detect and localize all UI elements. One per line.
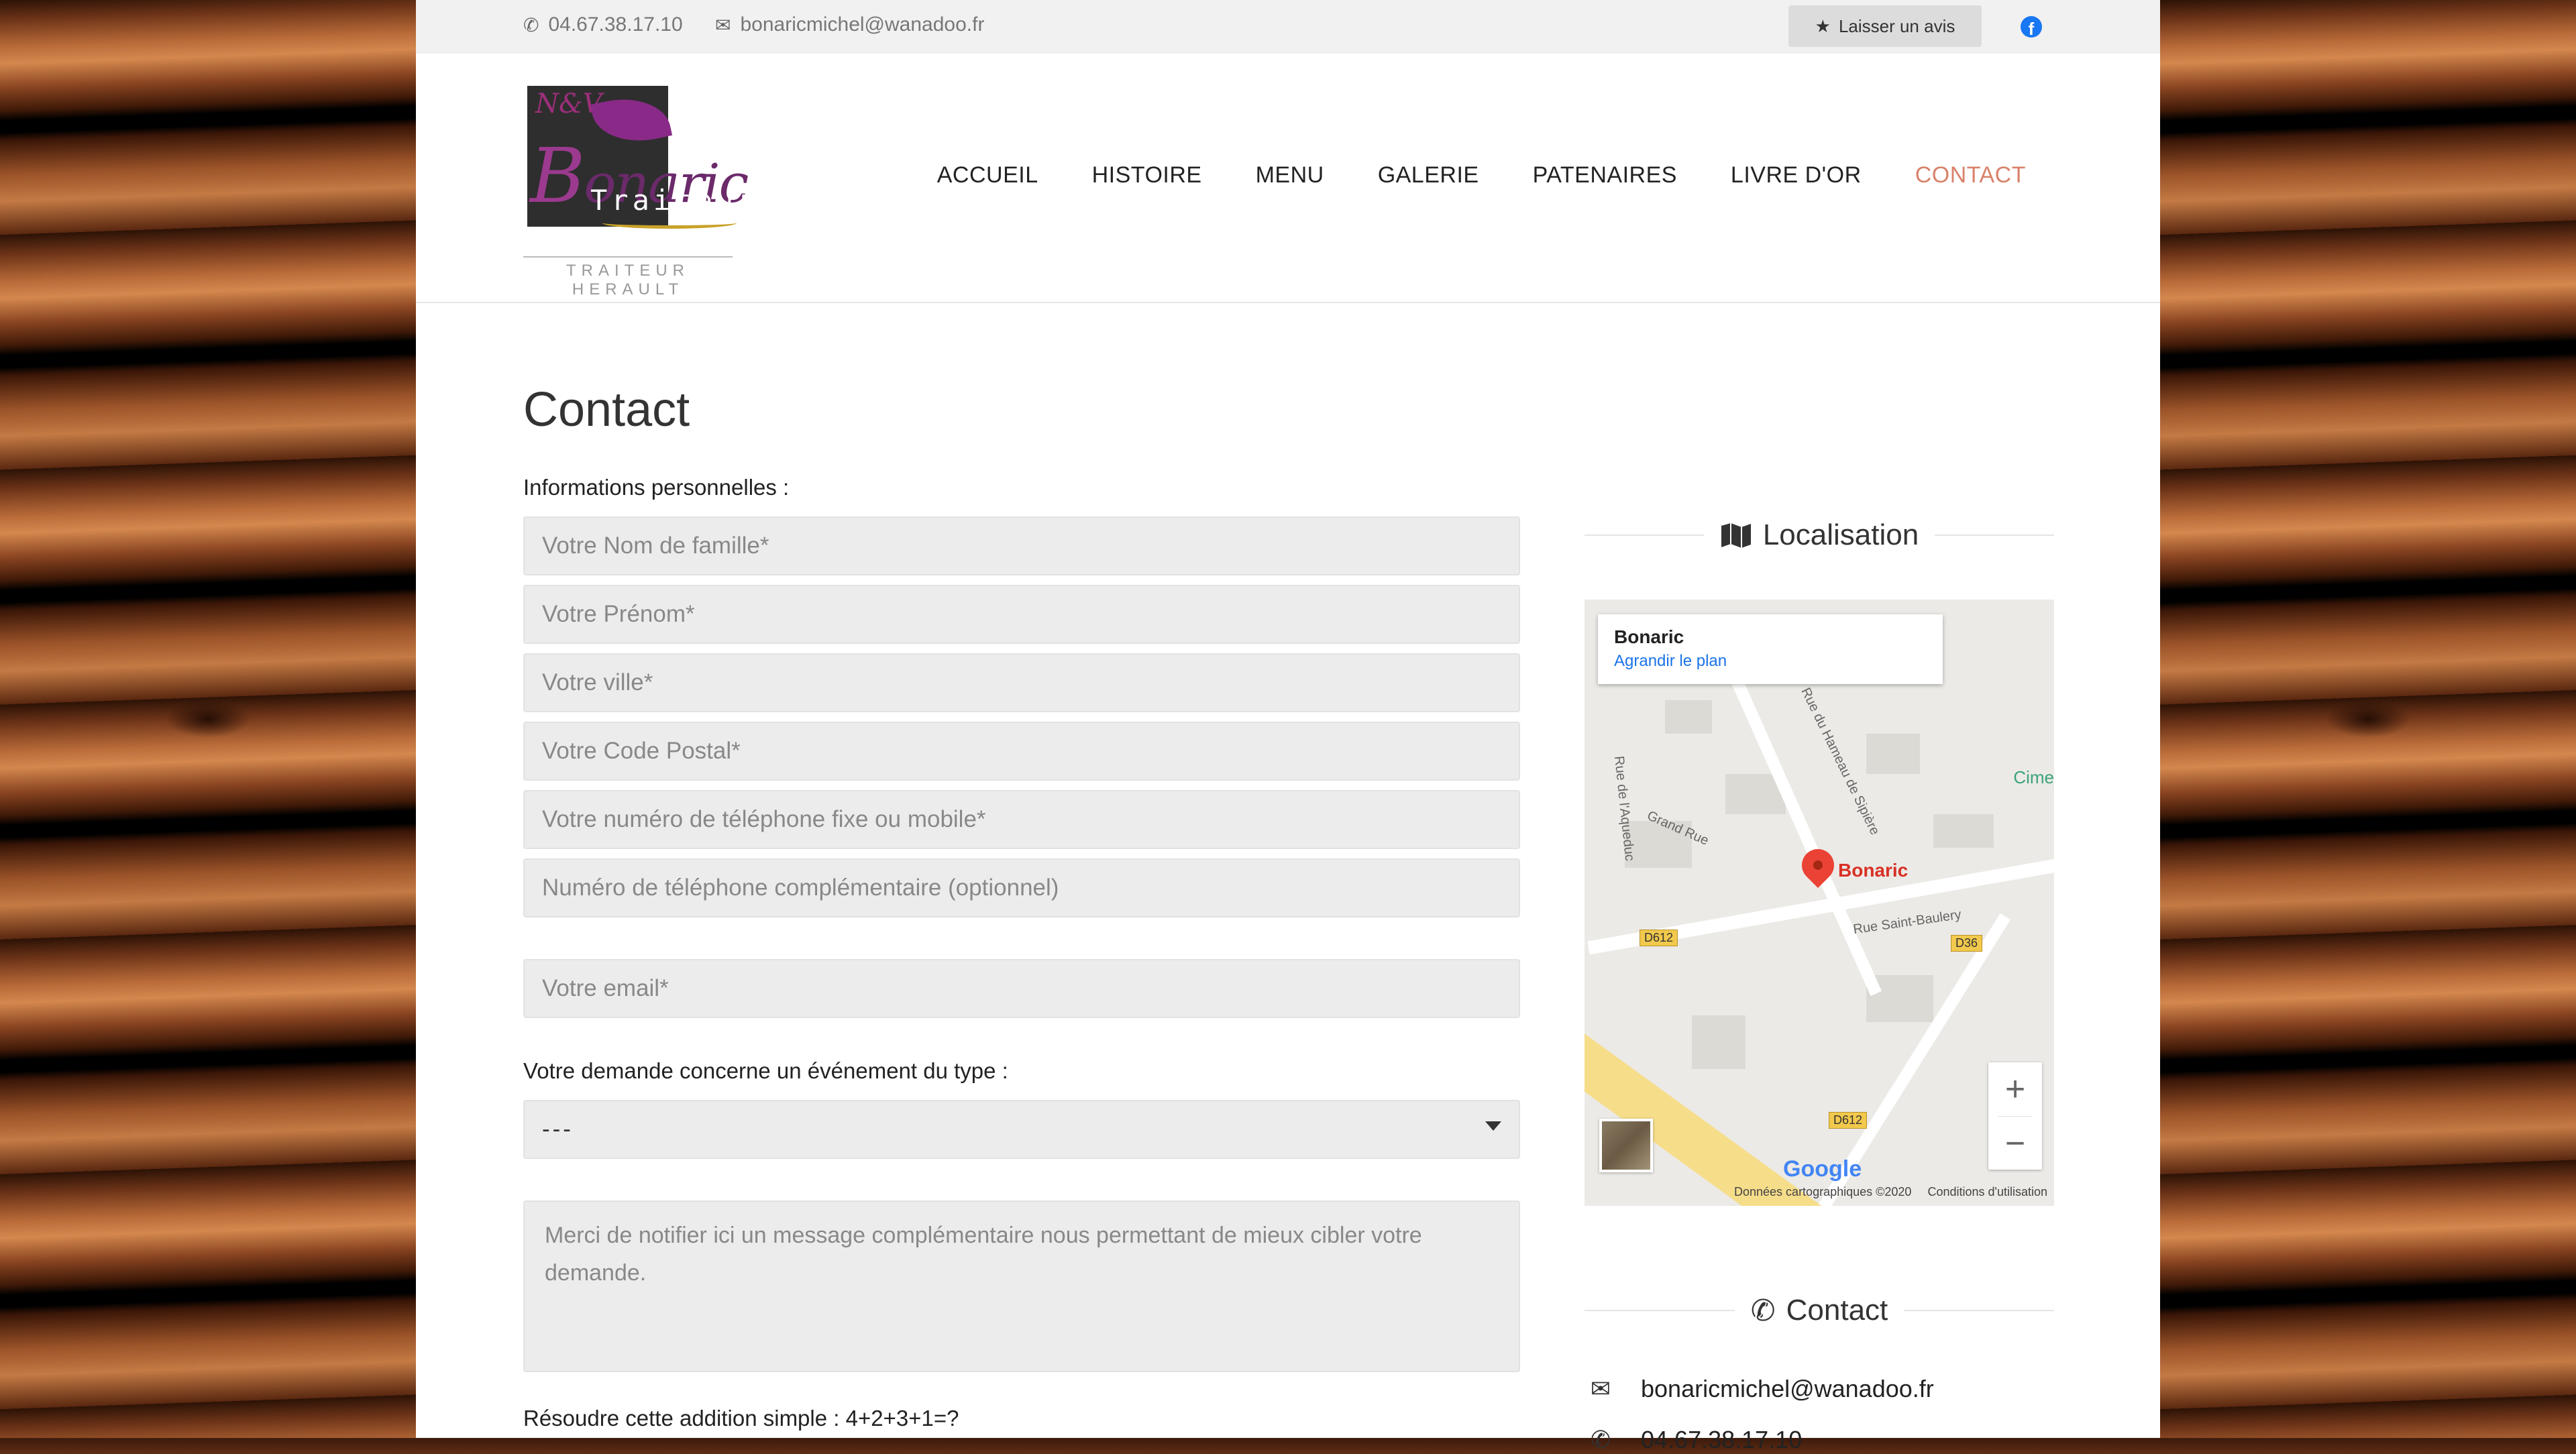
contact-title-text: Contact <box>1786 1294 1888 1327</box>
enlarge-map-link[interactable]: Agrandir le plan <box>1614 652 1927 671</box>
nav-item-patenaires[interactable]: PATENAIRES <box>1533 162 1677 188</box>
nav-item-livre-dor[interactable]: LIVRE D'OR <box>1731 162 1862 188</box>
email-input[interactable] <box>523 959 1520 1018</box>
map-building <box>1692 1015 1746 1069</box>
message-textarea[interactable] <box>523 1200 1520 1372</box>
leave-review-button[interactable]: ★ Laisser un avis <box>1788 5 1982 47</box>
phone-icon: ✆ <box>1590 1426 1611 1453</box>
phone-icon: ✆ <box>523 14 539 36</box>
main-content: Contact Informations personnelles : Votr… <box>416 302 2160 1453</box>
leave-review-label: Laisser un avis <box>1838 15 1955 36</box>
main-nav: ACCUEIL HISTOIRE MENU GALERIE PATENAIRES… <box>883 162 2026 188</box>
logo-subtitle: TRAITEUR HERAULT <box>523 256 733 299</box>
road-tag: D612 <box>1829 1112 1868 1129</box>
map-place-card: Bonaric Agrandir le plan <box>1598 614 1943 684</box>
satellite-toggle[interactable] <box>1599 1119 1653 1172</box>
contact-email-text: bonaricmichel@wanadoo.fr <box>1641 1375 1934 1402</box>
zoom-out-button[interactable]: − <box>1988 1117 2042 1170</box>
map-pin-label: Bonaric <box>1838 860 1909 881</box>
localisation-title-text: Localisation <box>1762 518 1919 551</box>
contact-phone-text: 04.67.38.17.10 <box>1641 1426 1803 1453</box>
phone-input[interactable] <box>523 790 1520 849</box>
envelope-icon: ✉ <box>1590 1375 1611 1402</box>
phone2-input[interactable] <box>523 858 1520 917</box>
map-icon <box>1721 523 1751 548</box>
site-header: N&V Bonaric Traiteur TRAITEUR HERAULT AC… <box>416 54 2160 303</box>
wood-background-left <box>0 0 416 1438</box>
nav-item-menu[interactable]: MENU <box>1256 162 1324 188</box>
map-terms-link[interactable]: Conditions d'utilisation <box>1927 1185 2047 1199</box>
map-place-name: Bonaric <box>1614 626 1684 647</box>
envelope-icon: ✉ <box>715 14 731 36</box>
event-type-label: Votre demande concerne un événement du t… <box>523 1058 1008 1083</box>
topbar-email[interactable]: ✉ bonaricmichel@wanadoo.fr <box>715 13 984 36</box>
topbar-email-text: bonaricmichel@wanadoo.fr <box>740 13 985 36</box>
last-name-input[interactable] <box>523 516 1520 575</box>
page-title: Contact <box>523 383 690 437</box>
zoom-in-button[interactable]: + <box>1988 1062 2042 1116</box>
map-copyright: Données cartographiques ©2020 <box>1734 1185 1912 1198</box>
topbar-phone[interactable]: ✆ 04.67.38.17.10 <box>523 13 683 36</box>
event-type-select[interactable]: --- <box>523 1100 1520 1159</box>
road-label: Rue Saint-Baulery <box>1852 907 1962 938</box>
phone-icon: ✆ <box>1750 1294 1776 1327</box>
localisation-title: Localisation <box>1704 518 1935 552</box>
map-building <box>1866 734 1920 774</box>
logo-traiteur: Traiteur <box>590 184 759 217</box>
road-label: Rue de l'Aqueduc <box>1611 755 1638 862</box>
road-tag: D612 <box>1640 930 1678 946</box>
map-building <box>1665 700 1712 734</box>
map-pin-dot <box>1813 860 1823 870</box>
logo-swoosh <box>602 217 737 229</box>
localisation-heading: Localisation <box>1585 515 2054 555</box>
nav-item-galerie[interactable]: GALERIE <box>1378 162 1479 188</box>
logo-bonaric-initial: B <box>530 133 585 220</box>
star-icon: ★ <box>1815 15 1831 36</box>
map-zoom-control: + − <box>1988 1062 2042 1170</box>
contact-title: ✆ Contact <box>1735 1294 1904 1328</box>
top-bar: ✆ 04.67.38.17.10 ✉ bonaricmichel@wanadoo… <box>416 0 2160 54</box>
google-logo: Google <box>1783 1156 1862 1182</box>
map-building <box>1933 814 1994 848</box>
map-footer: Données cartographiques ©2020 Conditions… <box>1734 1185 2047 1199</box>
heading-rule-right <box>1904 1310 2055 1311</box>
city-input[interactable] <box>523 653 1520 712</box>
personal-info-label: Informations personnelles : <box>523 475 790 500</box>
event-type-selected: --- <box>542 1116 574 1142</box>
captcha-label: Résoudre cette addition simple : 4+2+3+1… <box>523 1406 959 1431</box>
page-container: ✆ 04.67.38.17.10 ✉ bonaricmichel@wanadoo… <box>416 0 2160 1453</box>
heading-rule-left <box>1585 1310 1735 1311</box>
nav-item-accueil[interactable]: ACCUEIL <box>937 162 1038 188</box>
wood-background-right <box>2160 0 2576 1438</box>
site-logo[interactable]: N&V Bonaric Traiteur TRAITEUR HERAULT <box>523 86 754 298</box>
contact-email-row[interactable]: ✉ bonaricmichel@wanadoo.fr <box>1585 1375 1934 1403</box>
first-name-input[interactable] <box>523 585 1520 644</box>
map-place-label: Cime <box>2013 767 2054 787</box>
heading-rule-right <box>1935 535 2054 536</box>
nav-item-histoire[interactable]: HISTOIRE <box>1092 162 1202 188</box>
road-tag: D36 <box>1951 935 1983 952</box>
chevron-down-icon <box>1485 1121 1501 1131</box>
topbar-phone-text: 04.67.38.17.10 <box>548 13 683 36</box>
google-map[interactable]: Grand Rue Rue Saint-Baulery Rue du Hamea… <box>1585 600 2054 1206</box>
facebook-icon[interactable]: f <box>2021 16 2042 38</box>
contact-heading: ✆ Contact <box>1585 1290 2055 1331</box>
postal-code-input[interactable] <box>523 722 1520 781</box>
map-road <box>1729 672 1882 997</box>
nav-item-contact[interactable]: CONTACT <box>1915 162 2026 188</box>
heading-rule-left <box>1585 535 1704 536</box>
contact-phone-row[interactable]: ✆ 04.67.38.17.10 <box>1585 1426 1802 1454</box>
